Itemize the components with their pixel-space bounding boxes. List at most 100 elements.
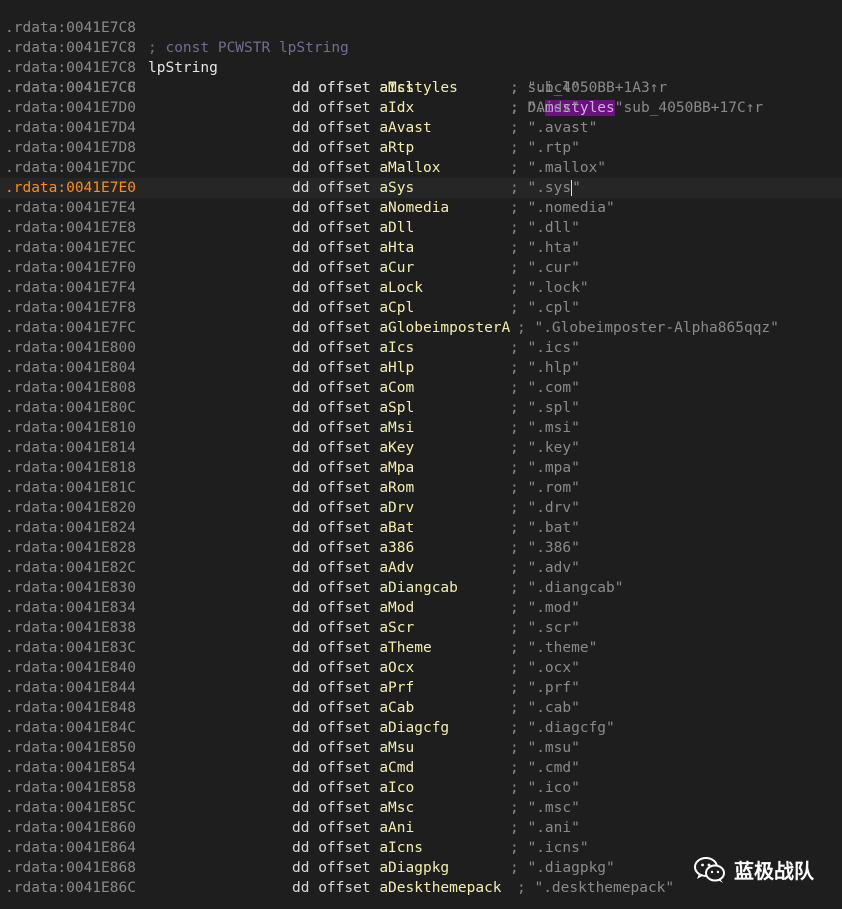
string-comment[interactable]: ; ".adv" [510,558,580,578]
address[interactable]: .rdata:0041E838 [5,618,136,638]
listing-row[interactable]: .rdata:0041E85C dd offset aMsc ; ".msc" [0,798,842,818]
listing-row[interactable]: .rdata:0041E800 dd offset aIcs ; ".ics" [0,338,842,358]
address[interactable]: .rdata:0041E860 [5,818,136,838]
address[interactable]: .rdata:0041E82C [5,558,136,578]
string-comment[interactable]: ; ".ico" [510,778,580,798]
address[interactable]: .rdata:0041E7E8 [5,218,136,238]
listing-row[interactable]: .rdata:0041E860 dd offset aAni ; ".ani" [0,818,842,838]
operand[interactable]: aMallox [379,160,440,176]
string-comment[interactable]: ; ".spl" [510,398,580,418]
operand[interactable]: aHlp [379,360,414,376]
string-comment[interactable]: ; ".cpl" [510,298,580,318]
string-comment[interactable]: ; ".hlp" [510,358,580,378]
address[interactable]: .rdata:0041E83C [5,638,136,658]
string-comment[interactable]: ; ".diagcfg" [510,718,615,738]
string-comment[interactable]: ; ".icl" [510,78,580,98]
listing-row[interactable]: .rdata:0041E840 dd offset aOcx ; ".ocx" [0,658,842,678]
string-comment[interactable]: ; ".bat" [510,518,580,538]
operand[interactable]: aNomedia [379,200,449,216]
listing-row[interactable]: .rdata:0041E81C dd offset aRom ; ".rom" [0,478,842,498]
operand[interactable]: aDiagpkg [379,860,449,876]
listing-row[interactable]: .rdata:0041E7D8 dd offset aRtp ; ".rtp" [0,138,842,158]
listing-row[interactable]: .rdata:0041E818 dd offset aMpa ; ".mpa" [0,458,842,478]
string-comment[interactable]: ; ".msi" [510,418,580,438]
listing-row[interactable]: .rdata:0041E838 dd offset aScr ; ".scr" [0,618,842,638]
address[interactable]: .rdata:0041E800 [5,338,136,358]
operand[interactable]: aIcs [379,340,414,356]
address[interactable]: .rdata:0041E808 [5,378,136,398]
operand[interactable]: aCom [379,380,414,396]
listing-row[interactable]: .rdata:0041E808 dd offset aCom ; ".com" [0,378,842,398]
string-comment[interactable]: ; ".com" [510,378,580,398]
string-comment[interactable]: ; ".cmd" [510,758,580,778]
string-comment[interactable]: ; ".386" [510,538,580,558]
address[interactable]: .rdata:0041E844 [5,678,136,698]
operand[interactable]: aLock [379,280,423,296]
address[interactable]: .rdata:0041E7F0 [5,258,136,278]
label-row[interactable]: .rdata:0041E7C8 lpString dd offset aMsst… [0,18,842,116]
listing-row[interactable]: .rdata:0041E814 dd offset aKey ; ".key" [0,438,842,458]
address[interactable]: .rdata:0041E80C [5,398,136,418]
operand[interactable]: aIco [379,780,414,796]
listing-row[interactable]: .rdata:0041E83C dd offset aTheme ; ".theme… [0,638,842,658]
operand[interactable]: aOcx [379,660,414,676]
address[interactable]: .rdata:0041E84C [5,718,136,738]
address[interactable]: .rdata:0041E858 [5,778,136,798]
address[interactable]: .rdata:0041E814 [5,438,136,458]
address[interactable]: .rdata:0041E7E0 [5,178,136,198]
string-comment[interactable]: ; ".key" [510,438,580,458]
listing-row[interactable]: .rdata:0041E7D0 dd offset aIdx ; ".idx" [0,98,842,118]
address[interactable]: .rdata:0041E7E4 [5,198,136,218]
operand[interactable]: aIcns [379,840,423,856]
operand[interactable]: aAni [379,820,414,836]
address[interactable]: .rdata:0041E81C [5,478,136,498]
address[interactable]: .rdata:0041E850 [5,738,136,758]
operand[interactable]: aDeskthemepack [379,880,501,896]
listing-row[interactable]: .rdata:0041E7CC dd offset aIcl ; ".icl" [0,78,842,98]
string-comment[interactable]: ; ".msu" [510,738,580,758]
address[interactable]: .rdata:0041E824 [5,518,136,538]
operand[interactable]: aDiangcab [379,580,458,596]
operand[interactable]: aTheme [379,640,431,656]
listing-row[interactable]: .rdata:0041E848 dd offset aCab ; ".cab" [0,698,842,718]
operand[interactable]: aHta [379,240,414,256]
listing-row[interactable]: .rdata:0041E7F0 dd offset aCur ; ".cur" [0,258,842,278]
address[interactable]: .rdata:0041E7F4 [5,278,136,298]
address[interactable]: .rdata:0041E810 [5,418,136,438]
string-comment[interactable]: ; ".icns" [510,838,589,858]
listing-row[interactable]: .rdata:0041E830 dd offset aDiangcab ; ".di… [0,578,842,598]
address[interactable]: .rdata:0041E7D8 [5,138,136,158]
listing-row[interactable]: .rdata:0041E844 dd offset aPrf ; ".prf" [0,678,842,698]
address[interactable]: .rdata:0041E820 [5,498,136,518]
address[interactable]: .rdata:0041E828 [5,538,136,558]
operand[interactable]: aIcl [379,80,414,96]
listing-row[interactable]: .rdata:0041E7E4 dd offset aNomedia ; ".nom… [0,198,842,218]
listing-row[interactable]: .rdata:0041E82C dd offset aAdv ; ".adv" [0,558,842,578]
operand[interactable]: aRom [379,480,414,496]
address[interactable]: .rdata:0041E7DC [5,158,136,178]
string-comment[interactable]: ; ".prf" [510,678,580,698]
listing-row[interactable]: .rdata:0041E834 dd offset aMod ; ".mod" [0,598,842,618]
operand[interactable]: a386 [379,540,414,556]
string-comment[interactable]: ; ".deskthemepack" [517,878,674,898]
string-comment[interactable]: ; ".msc" [510,798,580,818]
listing-row[interactable]: .rdata:0041E828 dd offset a386 ; ".386" [0,538,842,558]
string-comment[interactable]: ; ".scr" [510,618,580,638]
string-comment[interactable]: ; ".lock" [510,278,589,298]
address[interactable]: .rdata:0041E818 [5,458,136,478]
string-comment[interactable]: ; ".ics" [510,338,580,358]
listing-row[interactable]: .rdata:0041E854 dd offset aCmd ; ".cmd" [0,758,842,778]
listing-row[interactable]: .rdata:0041E84C dd offset aDiagcfg ; ".dia… [0,718,842,738]
string-comment[interactable]: ; ".cur" [510,258,580,278]
address[interactable]: .rdata:0041E848 [5,698,136,718]
operand[interactable]: aMsi [379,420,414,436]
operand[interactable]: aCmd [379,760,414,776]
disassembly-listing[interactable]: .rdata:0041E7C8 ; const PCWSTR lpString … [0,0,842,898]
operand[interactable]: aMod [379,600,414,616]
operand[interactable]: aPrf [379,680,414,696]
listing-row[interactable]: .rdata:0041E7E8 dd offset aDll ; ".dll" [0,218,842,238]
string-comment[interactable]: ; ".nomedia" [510,198,615,218]
operand[interactable]: aMsc [379,800,414,816]
header-row[interactable]: .rdata:0041E7C8 ; const PCWSTR lpString [0,0,842,56]
address[interactable]: .rdata:0041E868 [5,858,136,878]
